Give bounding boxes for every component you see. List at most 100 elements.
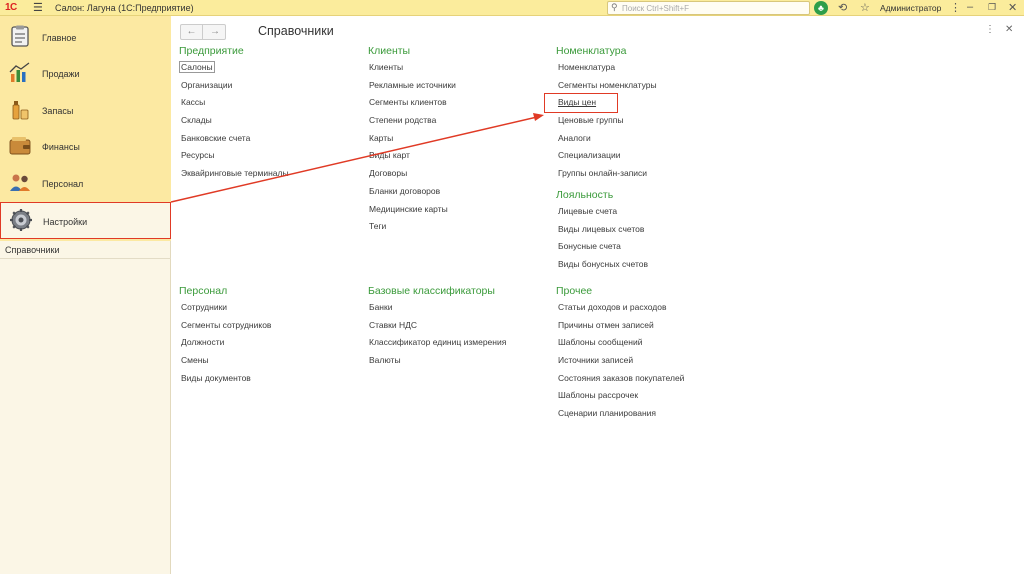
history-nav: ← →: [180, 24, 226, 40]
group-classifiers: Банки Ставки НДС Классификатор единиц из…: [369, 301, 506, 372]
link-salons[interactable]: Салоны: [179, 61, 215, 73]
link-contracts[interactable]: Договоры: [369, 167, 456, 185]
current-user[interactable]: Администратор: [880, 3, 941, 13]
link-warehouses[interactable]: Склады: [181, 114, 289, 132]
link-units-classifier[interactable]: Классификатор единиц измерения: [369, 336, 506, 354]
section-sales[interactable]: Продажи: [0, 55, 171, 92]
link-ad-sources[interactable]: Рекламные источники: [369, 79, 456, 97]
section-label: Настройки: [43, 217, 88, 227]
link-medical-cards[interactable]: Медицинские карты: [369, 203, 456, 221]
section-label: Запасы: [42, 106, 74, 116]
group-title-clients: Клиенты: [368, 45, 411, 57]
link-bank-accounts[interactable]: Банковские счета: [181, 132, 289, 150]
notifications-icon[interactable]: ♣: [814, 1, 828, 15]
search-placeholder: Поиск Ctrl+Shift+F: [622, 4, 690, 13]
section-personnel[interactable]: Персонал: [0, 165, 171, 202]
link-bonus-accounts[interactable]: Бонусные счета: [558, 240, 648, 258]
section-main[interactable]: Главное: [0, 19, 171, 56]
hamburger-menu-icon[interactable]: ☰: [33, 1, 43, 14]
divider: [0, 258, 171, 259]
link-contract-forms[interactable]: Бланки договоров: [369, 185, 456, 203]
link-banks[interactable]: Банки: [369, 301, 506, 319]
people-icon: [10, 174, 30, 191]
global-search-input[interactable]: ⚲ Поиск Ctrl+Shift+F: [607, 1, 810, 15]
group-loyalty: Лицевые счета Виды лицевых счетов Бонусн…: [558, 205, 648, 276]
link-order-states[interactable]: Состояния заказов покупателей: [558, 372, 684, 390]
group-title-enterprise: Предприятие: [179, 45, 244, 57]
title-bar: 1С ☰ Салон: Лагуна (1С:Предприятие) ⚲ По…: [0, 0, 1024, 16]
link-card-types[interactable]: Виды карт: [369, 149, 456, 167]
link-booking-sources[interactable]: Источники записей: [558, 354, 684, 372]
favorites-star-icon[interactable]: ☆: [860, 1, 870, 14]
link-online-booking-groups[interactable]: Группы онлайн-записи: [558, 167, 657, 185]
link-currencies[interactable]: Валюты: [369, 354, 506, 372]
link-positions[interactable]: Должности: [181, 336, 271, 354]
restore-icon[interactable]: ❐: [988, 2, 996, 13]
settings-menu-icon[interactable]: ⋮: [950, 1, 961, 14]
group-title-loyalty: Лояльность: [556, 189, 614, 201]
link-analogs[interactable]: Аналоги: [558, 132, 657, 150]
close-form-icon[interactable]: ✕: [1005, 24, 1013, 35]
link-acquiring-terminals[interactable]: Эквайринговые терминалы: [181, 167, 289, 185]
gear-icon: [10, 209, 32, 231]
link-personal-account-types[interactable]: Виды лицевых счетов: [558, 223, 648, 241]
minimize-icon[interactable]: –: [967, 1, 973, 13]
link-kinship-degrees[interactable]: Степени родства: [369, 114, 456, 132]
forward-arrow-icon[interactable]: →: [204, 25, 226, 39]
link-cancellation-reasons[interactable]: Причины отмен записей: [558, 319, 684, 337]
section-label: Персонал: [42, 179, 84, 189]
stock-icon: [12, 101, 29, 120]
back-arrow-icon[interactable]: ←: [181, 25, 203, 39]
group-nomenclature: Номенклатура Сегменты номенклатуры Виды …: [558, 61, 657, 185]
price-types-highlight: [544, 93, 618, 113]
link-planning-scenarios[interactable]: Сценарии планирования: [558, 407, 684, 425]
history-icon[interactable]: ⟲: [838, 1, 847, 14]
link-resources[interactable]: Ресурсы: [181, 149, 289, 167]
link-document-types[interactable]: Виды документов: [181, 372, 271, 390]
link-tags[interactable]: Теги: [369, 220, 456, 238]
group-clients: Клиенты Рекламные источники Сегменты кли…: [369, 61, 456, 238]
link-nomenclature[interactable]: Номенклатура: [558, 61, 657, 79]
link-organizations[interactable]: Организации: [181, 79, 289, 97]
link-cards[interactable]: Карты: [369, 132, 456, 150]
sales-chart-icon: [9, 62, 30, 82]
section-finance[interactable]: Финансы: [0, 128, 171, 165]
app-logo: 1С: [5, 2, 17, 13]
sections-panel: Главное Продажи Запасы Финансы Персонал …: [0, 16, 171, 241]
group-title-nomenclature: Номенклатура: [556, 45, 627, 57]
link-clients[interactable]: Клиенты: [369, 61, 456, 79]
page-title: Справочники: [258, 24, 334, 38]
link-installment-templates[interactable]: Шаблоны рассрочек: [558, 389, 684, 407]
link-income-expense-items[interactable]: Статьи доходов и расходов: [558, 301, 684, 319]
group-title-classifiers: Базовые классификаторы: [368, 285, 495, 297]
link-vat-rates[interactable]: Ставки НДС: [369, 319, 506, 337]
link-specializations[interactable]: Специализации: [558, 149, 657, 167]
group-title-personnel: Персонал: [179, 285, 228, 297]
window-title: Салон: Лагуна (1С:Предприятие): [55, 3, 194, 13]
link-shifts[interactable]: Смены: [181, 354, 271, 372]
link-cash-desks[interactable]: Кассы: [181, 96, 289, 114]
section-label: Финансы: [42, 142, 80, 152]
link-employee-segments[interactable]: Сегменты сотрудников: [181, 319, 271, 337]
main-content: ← → Справочники ⋮ ✕ Предприятие Салоны О…: [172, 16, 1024, 574]
link-message-templates[interactable]: Шаблоны сообщений: [558, 336, 684, 354]
link-price-groups[interactable]: Ценовые группы: [558, 114, 657, 132]
link-employees[interactable]: Сотрудники: [181, 301, 271, 319]
group-personnel: Сотрудники Сегменты сотрудников Должност…: [181, 301, 271, 389]
more-options-icon[interactable]: ⋮: [985, 24, 995, 35]
group-title-other: Прочее: [556, 285, 593, 297]
link-personal-accounts[interactable]: Лицевые счета: [558, 205, 648, 223]
search-icon: ⚲: [611, 2, 618, 12]
section-label: Главное: [42, 33, 77, 43]
section-settings[interactable]: Настройки: [0, 202, 171, 239]
link-bonus-account-types[interactable]: Виды бонусных счетов: [558, 258, 648, 276]
section-stock[interactable]: Запасы: [0, 92, 171, 129]
clipboard-icon: [11, 25, 29, 47]
link-client-segments[interactable]: Сегменты клиентов: [369, 96, 456, 114]
sections-sidebar: Главное Продажи Запасы Финансы Персонал …: [0, 16, 171, 574]
close-window-icon[interactable]: ✕: [1008, 1, 1017, 14]
group-other: Статьи доходов и расходов Причины отмен …: [558, 301, 684, 425]
subsection-directories[interactable]: Справочники: [5, 245, 60, 255]
section-label: Продажи: [42, 69, 80, 79]
wallet-icon: [9, 137, 31, 155]
